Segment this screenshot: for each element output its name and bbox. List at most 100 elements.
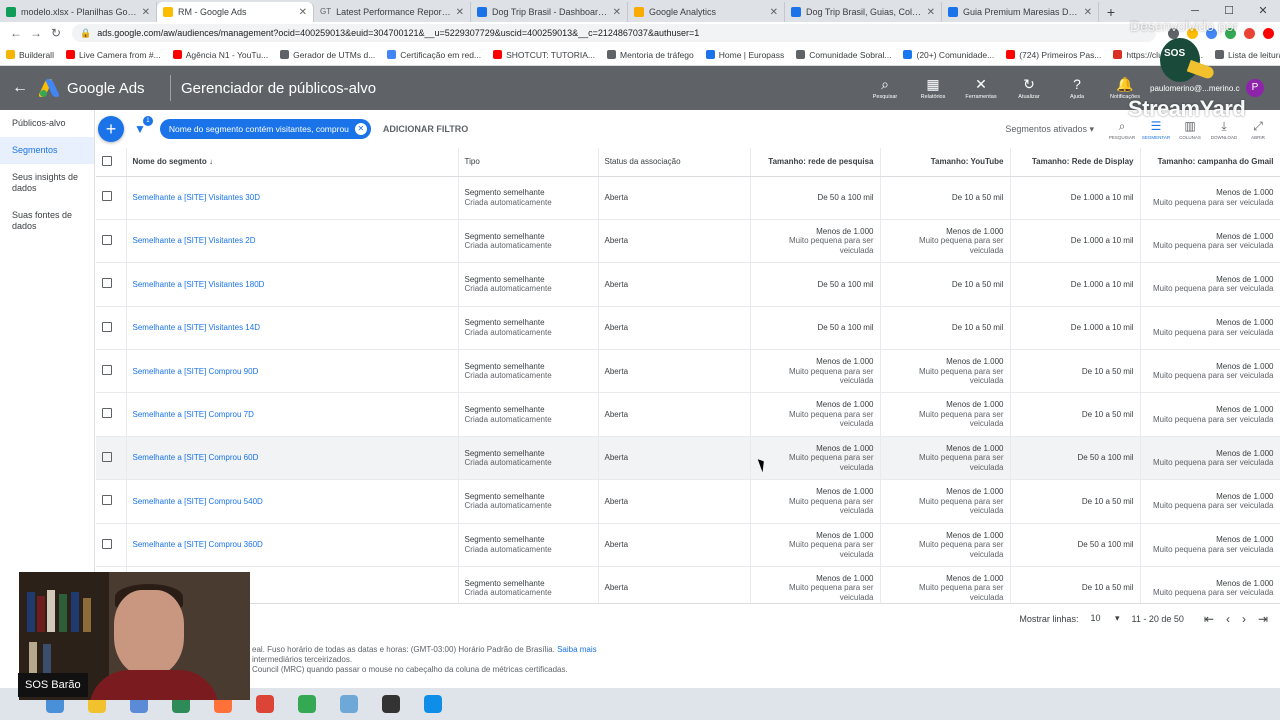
select-all-checkbox[interactable] (102, 155, 112, 166)
segment-name-link[interactable]: Semelhante a [SITE] Visitantes 30D (133, 193, 260, 202)
column-header-youtube-size[interactable]: Tamanho: YouTube (880, 148, 1011, 177)
segment-name-link[interactable]: Semelhante a [SITE] Visitantes 14D (133, 323, 260, 332)
close-window-icon[interactable]: ✕ (1246, 0, 1280, 22)
close-icon[interactable]: ✕ (613, 7, 621, 18)
extension-icon[interactable] (1263, 27, 1274, 39)
google-ads-logo[interactable]: Google Ads (37, 79, 160, 97)
sidenav-item[interactable]: Seus insights de dados (0, 164, 94, 202)
bookmark-item[interactable]: Gerador de UTMs d... (280, 50, 375, 60)
bookmark-item[interactable]: Mentoria de tráfego (607, 50, 694, 60)
filter-icon[interactable]: ▼ 1 (134, 116, 153, 136)
row-checkbox[interactable] (102, 495, 112, 506)
segment-name-link[interactable]: Semelhante a [SITE] Comprou 60D (133, 453, 259, 462)
table-row[interactable]: Semelhante a [SITE] Comprou 60D Segmento … (96, 436, 1280, 481)
segment-name-link[interactable]: Semelhante a [SITE] Comprou 90D (133, 367, 259, 376)
back-arrow-icon[interactable]: ← (0, 79, 40, 97)
add-segment-button[interactable]: + (98, 116, 124, 142)
teamviewer-taskbar-button[interactable] (418, 691, 448, 717)
help-button[interactable]: ? Ajuda (1060, 76, 1094, 100)
bookmark-item[interactable]: SHOTCUT: TUTORIA... (493, 50, 595, 60)
row-checkbox[interactable] (102, 191, 112, 202)
bookmark-item[interactable]: Builderall (6, 50, 54, 60)
reload-icon[interactable]: ↻ (46, 26, 66, 40)
segment-name-link[interactable]: Semelhante a [SITE] Visitantes 2D (133, 236, 256, 245)
column-header-status[interactable]: Status da associação (598, 148, 751, 177)
rows-per-page-select[interactable]: 10 ▾ (1090, 613, 1119, 624)
row-checkbox[interactable] (102, 321, 112, 332)
last-page-icon[interactable]: ⇥ (1258, 612, 1268, 626)
sidenav-item[interactable]: Públicos-alvo (0, 110, 94, 137)
column-header-name[interactable]: Nome do segmento ↓ (126, 148, 459, 177)
select-all-header[interactable] (96, 148, 127, 177)
search-button[interactable]: ⌕ Pesquisar (868, 76, 902, 100)
segment-status-select[interactable]: Segmentos ativados ▾ (1005, 124, 1094, 135)
refresh-button[interactable]: ↻ Atualizar (1012, 76, 1046, 100)
close-icon[interactable]: ✕ (299, 7, 307, 18)
table-row[interactable]: Semelhante a [SITE] Comprou 360D Segmento… (96, 523, 1280, 568)
learn-more-link[interactable]: Saiba mais (557, 645, 597, 654)
add-filter-button[interactable]: ADICIONAR FILTRO (383, 124, 468, 134)
sidenav-item[interactable]: Suas fontes de dados (0, 202, 94, 240)
column-header-gmail-size[interactable]: Tamanho: campanha do Gmail (1140, 148, 1280, 177)
row-checkbox[interactable] (102, 234, 112, 245)
row-checkbox[interactable] (102, 365, 112, 375)
url-input[interactable]: 🔒 ads.google.com/aw/audiences/management… (72, 24, 1156, 42)
google-drive-taskbar-button[interactable] (292, 691, 322, 717)
close-icon[interactable]: ✕ (142, 7, 150, 18)
segment-name-link[interactable]: Semelhante a [SITE] Comprou 540D (133, 497, 263, 506)
expand-button[interactable]: ⤢ ABRIR (1246, 119, 1270, 140)
extension-icon[interactable] (1244, 27, 1255, 39)
browser-tab[interactable]: Dog Trip Brasil, Guias, Coleiras e ✕ (785, 2, 942, 22)
close-icon[interactable]: ✕ (1084, 7, 1092, 18)
column-header-search-size[interactable]: Tamanho: rede de pesquisa (750, 148, 881, 177)
browser-tab[interactable]: modelo.xlsx - Planilhas Google ✕ (0, 2, 157, 22)
segment-name-link[interactable]: Semelhante a [SITE] Visitantes 180D (133, 280, 265, 289)
back-icon[interactable]: ← (6, 26, 26, 40)
sidenav-item[interactable]: Segmentos (0, 137, 94, 164)
table-row[interactable]: Semelhante a [SITE] Visitantes 30D Segmen… (96, 176, 1280, 220)
app-9-taskbar-button[interactable] (376, 691, 406, 717)
row-checkbox[interactable] (102, 538, 112, 549)
row-checkbox[interactable] (102, 451, 112, 462)
prev-page-icon[interactable]: ‹ (1226, 612, 1230, 626)
forward-icon[interactable]: → (26, 26, 46, 40)
close-icon[interactable]: ✕ (927, 7, 935, 18)
app-8-taskbar-button[interactable] (334, 691, 364, 717)
column-header-type[interactable]: Tipo (458, 148, 599, 177)
filter-chip[interactable]: Nome do segmento contém visitantes, comp… (159, 119, 371, 139)
bookmark-item[interactable]: Home | Europass (705, 50, 784, 60)
new-tab-icon[interactable]: + (1099, 2, 1123, 22)
close-icon[interactable]: ✕ (770, 7, 778, 18)
browser-tab[interactable]: Guia Premium Maresias Dog Tri ✕ (942, 2, 1099, 22)
table-row[interactable]: DSegmento semelhanteCriada automaticamen… (96, 566, 1280, 603)
next-page-icon[interactable]: › (1242, 612, 1246, 626)
browser-tab[interactable]: GT Latest Performance Report for t ✕ (314, 2, 471, 22)
bookmark-item[interactable]: Comunidade Sobral... (796, 50, 891, 60)
segment-name-link[interactable]: Semelhante a [SITE] Comprou 360D (133, 540, 263, 549)
table-row[interactable]: Semelhante a [SITE] Visitantes 180D Segme… (96, 262, 1280, 307)
segment-name-link[interactable]: Semelhante a [SITE] Comprou 7D (133, 410, 254, 419)
avatar[interactable]: P (1246, 79, 1264, 97)
first-page-icon[interactable]: ⇤ (1204, 612, 1214, 626)
row-checkbox[interactable] (102, 408, 112, 419)
column-header-display-size[interactable]: Tamanho: Rede de Display (1010, 148, 1141, 177)
table-row[interactable]: Semelhante a [SITE] Visitantes 2D Segment… (96, 219, 1280, 264)
table-row[interactable]: Semelhante a [SITE] Comprou 540D Segmento… (96, 479, 1280, 524)
reports-button[interactable]: ▦ Relatórios (916, 76, 950, 100)
browser-tab[interactable]: RM - Google Ads ✕ (157, 2, 314, 22)
chrome-taskbar-button[interactable] (250, 691, 280, 717)
close-icon[interactable]: ✕ (456, 7, 464, 18)
bookmark-item[interactable]: Live Camera from #... (65, 50, 161, 60)
row-checkbox[interactable] (102, 278, 112, 289)
bookmark-item[interactable]: (724) Primeiros Pas... (1006, 50, 1101, 60)
bookmark-item[interactable]: (20+) Comunidade... (903, 50, 994, 60)
table-row[interactable]: Semelhante a [SITE] Comprou 7D Segmento s… (96, 392, 1280, 437)
bookmark-item[interactable]: Certificação em red... (387, 50, 481, 60)
tools-button[interactable]: ✕ Ferramentas (964, 76, 998, 100)
table-row[interactable]: Semelhante a [SITE] Visitantes 14D Segmen… (96, 306, 1280, 351)
browser-tab[interactable]: Google Analytics ✕ (628, 2, 785, 22)
close-icon[interactable]: ✕ (354, 123, 367, 135)
bookmark-item[interactable]: Lista de leitura (1214, 50, 1280, 60)
table-row[interactable]: Semelhante a [SITE] Comprou 90D Segmento … (96, 349, 1280, 394)
bookmark-item[interactable]: Agência N1 - YouTu... (172, 50, 268, 60)
